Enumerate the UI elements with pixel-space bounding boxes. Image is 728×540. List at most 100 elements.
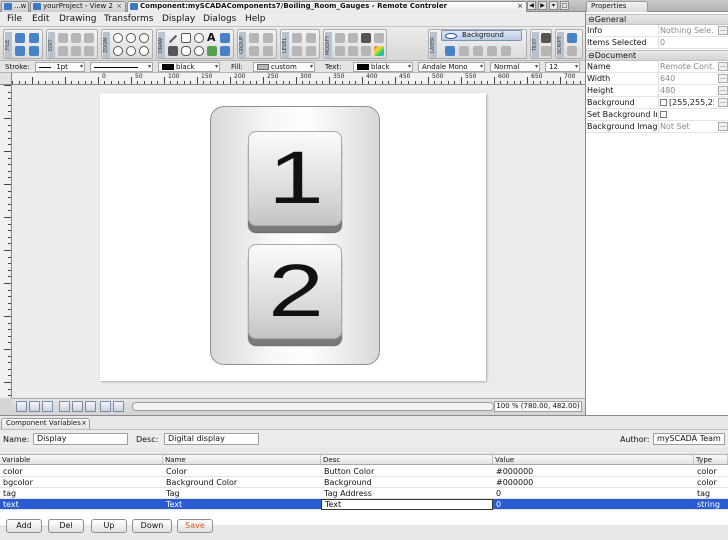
flip-icon[interactable] xyxy=(348,33,358,43)
cell-desc[interactable]: Background xyxy=(321,477,493,488)
ungroup-icon[interactable] xyxy=(263,33,273,43)
property-row[interactable]: Set Background Im xyxy=(586,109,728,121)
menu-dialogs[interactable]: Dialogs xyxy=(203,14,236,24)
tab-2[interactable]: Component:mySCADAComponents7/Boiling_Roo… xyxy=(127,1,527,12)
edit-icon[interactable]: … xyxy=(718,86,728,95)
gauge-tool-icon[interactable] xyxy=(207,46,217,56)
layers-view-icon[interactable] xyxy=(29,401,40,412)
cell-value[interactable]: #000000 xyxy=(493,477,694,488)
zoom-actual-icon[interactable] xyxy=(139,46,149,56)
cell-name[interactable]: Text xyxy=(163,499,321,510)
undo-icon[interactable] xyxy=(58,46,68,56)
paste-icon[interactable] xyxy=(84,33,94,43)
column-header-name[interactable]: Name xyxy=(163,455,321,465)
edit-icon[interactable]: … xyxy=(718,26,728,35)
transform-icon[interactable] xyxy=(361,46,371,56)
grid-view-icon[interactable] xyxy=(16,401,27,412)
edit-icon[interactable]: … xyxy=(718,122,728,131)
tab-0[interactable]: ...w xyxy=(1,1,29,12)
table-row[interactable]: tag Tag Tag Address 0 tag xyxy=(0,488,728,499)
close-icon[interactable]: × xyxy=(81,419,87,428)
save-icon[interactable] xyxy=(15,46,25,56)
cell-type[interactable]: color xyxy=(694,466,728,477)
cell-value[interactable]: 0 xyxy=(493,499,694,510)
fill-color-select[interactable]: custom ▾ xyxy=(253,62,315,72)
menu-edit[interactable]: Edit xyxy=(32,14,49,24)
zoom-out-icon[interactable] xyxy=(126,33,136,43)
zoom-selection-icon[interactable] xyxy=(113,46,123,56)
stroke-color-select[interactable]: black ▾ xyxy=(158,62,220,72)
property-row[interactable]: Background Image Not Set … xyxy=(586,121,728,133)
font-size-select[interactable]: 12 ▾ xyxy=(545,62,580,72)
send-back-icon[interactable] xyxy=(306,33,316,43)
distribute-icon[interactable] xyxy=(263,46,273,56)
component-variables-tab[interactable]: Component Variables × xyxy=(1,418,90,429)
tab-scroll-left-icon[interactable]: ◀ xyxy=(527,1,536,10)
bring-front-icon[interactable] xyxy=(292,33,302,43)
digit-button-2[interactable]: 2 xyxy=(248,244,342,339)
eye-icon[interactable] xyxy=(445,33,457,39)
table-row-selected[interactable]: text Text Text 0 string xyxy=(0,499,728,510)
save-button[interactable]: Save xyxy=(177,519,213,533)
zoom-reset-icon[interactable] xyxy=(113,401,124,412)
down-button[interactable]: Down xyxy=(132,519,172,533)
grid-icon[interactable] xyxy=(59,401,70,412)
cell-value[interactable]: 0 xyxy=(493,488,694,499)
cell-variable[interactable]: tag xyxy=(0,488,163,499)
copy-icon[interactable] xyxy=(71,33,81,43)
line-tool-icon[interactable] xyxy=(168,34,178,44)
cell-desc-editor[interactable]: Text xyxy=(321,499,493,510)
rectangle-tool-icon[interactable] xyxy=(181,33,191,43)
chart-tool-icon[interactable] xyxy=(220,46,230,56)
name-field[interactable]: Display xyxy=(33,433,128,445)
raise-icon[interactable] xyxy=(292,46,302,56)
property-row[interactable]: Background [255,255,25 … xyxy=(586,97,728,109)
section-general[interactable]: ⊖General xyxy=(586,14,728,25)
color-picker-icon[interactable] xyxy=(374,46,384,56)
cell-variable[interactable]: color xyxy=(0,466,163,477)
delete-icon[interactable] xyxy=(84,46,94,56)
scale-icon[interactable] xyxy=(335,46,345,56)
cell-variable[interactable]: text xyxy=(0,499,163,510)
column-header-desc[interactable]: Desc xyxy=(321,455,493,465)
cut-icon[interactable] xyxy=(58,33,68,43)
cell-variable[interactable]: bgcolor xyxy=(0,477,163,488)
stroke-width-select[interactable]: 1pt ▾ xyxy=(35,62,85,72)
cell-value[interactable]: #000000 xyxy=(493,466,694,477)
font-style-select[interactable]: Normal ▾ xyxy=(490,62,540,72)
delete-button[interactable]: Del xyxy=(48,519,84,533)
image-tool-icon[interactable] xyxy=(220,33,230,43)
layer-select[interactable]: Background xyxy=(441,30,522,41)
tab-list-icon[interactable]: ▾ xyxy=(549,1,558,10)
menu-file[interactable]: File xyxy=(7,14,22,24)
layer-add-icon[interactable] xyxy=(445,46,455,56)
layer-settings-icon[interactable] xyxy=(501,46,511,56)
ruler-icon[interactable] xyxy=(85,401,96,412)
property-row[interactable]: Info Nothing Sele... … xyxy=(586,25,728,37)
cell-type[interactable]: string xyxy=(694,499,728,510)
cell-name[interactable]: Background Color xyxy=(163,477,321,488)
table-row[interactable]: color Color Button Color #000000 color xyxy=(0,466,728,477)
maximize-icon[interactable]: □ xyxy=(560,1,569,10)
cell-name[interactable]: Color xyxy=(163,466,321,477)
text-tool-icon[interactable]: A xyxy=(207,31,217,44)
layer-remove-icon[interactable] xyxy=(459,46,469,56)
script-run-icon[interactable] xyxy=(567,46,577,56)
polyline-tool-icon[interactable] xyxy=(168,46,178,56)
text-format-icon[interactable] xyxy=(541,46,551,56)
property-row[interactable]: Items Selected 0 xyxy=(586,37,728,49)
up-button[interactable]: Up xyxy=(91,519,127,533)
layer-down-icon[interactable] xyxy=(487,46,497,56)
align-icon[interactable] xyxy=(249,46,259,56)
stroke-dash-select[interactable]: ▾ xyxy=(90,62,153,72)
ellipse-tool-icon[interactable] xyxy=(194,33,204,43)
cell-desc[interactable]: Tag Address xyxy=(321,488,493,499)
cell-desc[interactable]: Button Color xyxy=(321,466,493,477)
zoom-in-icon[interactable] xyxy=(113,33,123,43)
author-field[interactable]: mySCADA Team xyxy=(653,433,725,445)
property-row[interactable]: Name Remote Cont... … xyxy=(586,61,728,73)
edit-icon[interactable]: … xyxy=(718,74,728,83)
menu-transforms[interactable]: Transforms xyxy=(104,14,153,24)
column-header-type[interactable]: Type xyxy=(694,455,728,465)
menu-display[interactable]: Display xyxy=(162,14,195,24)
